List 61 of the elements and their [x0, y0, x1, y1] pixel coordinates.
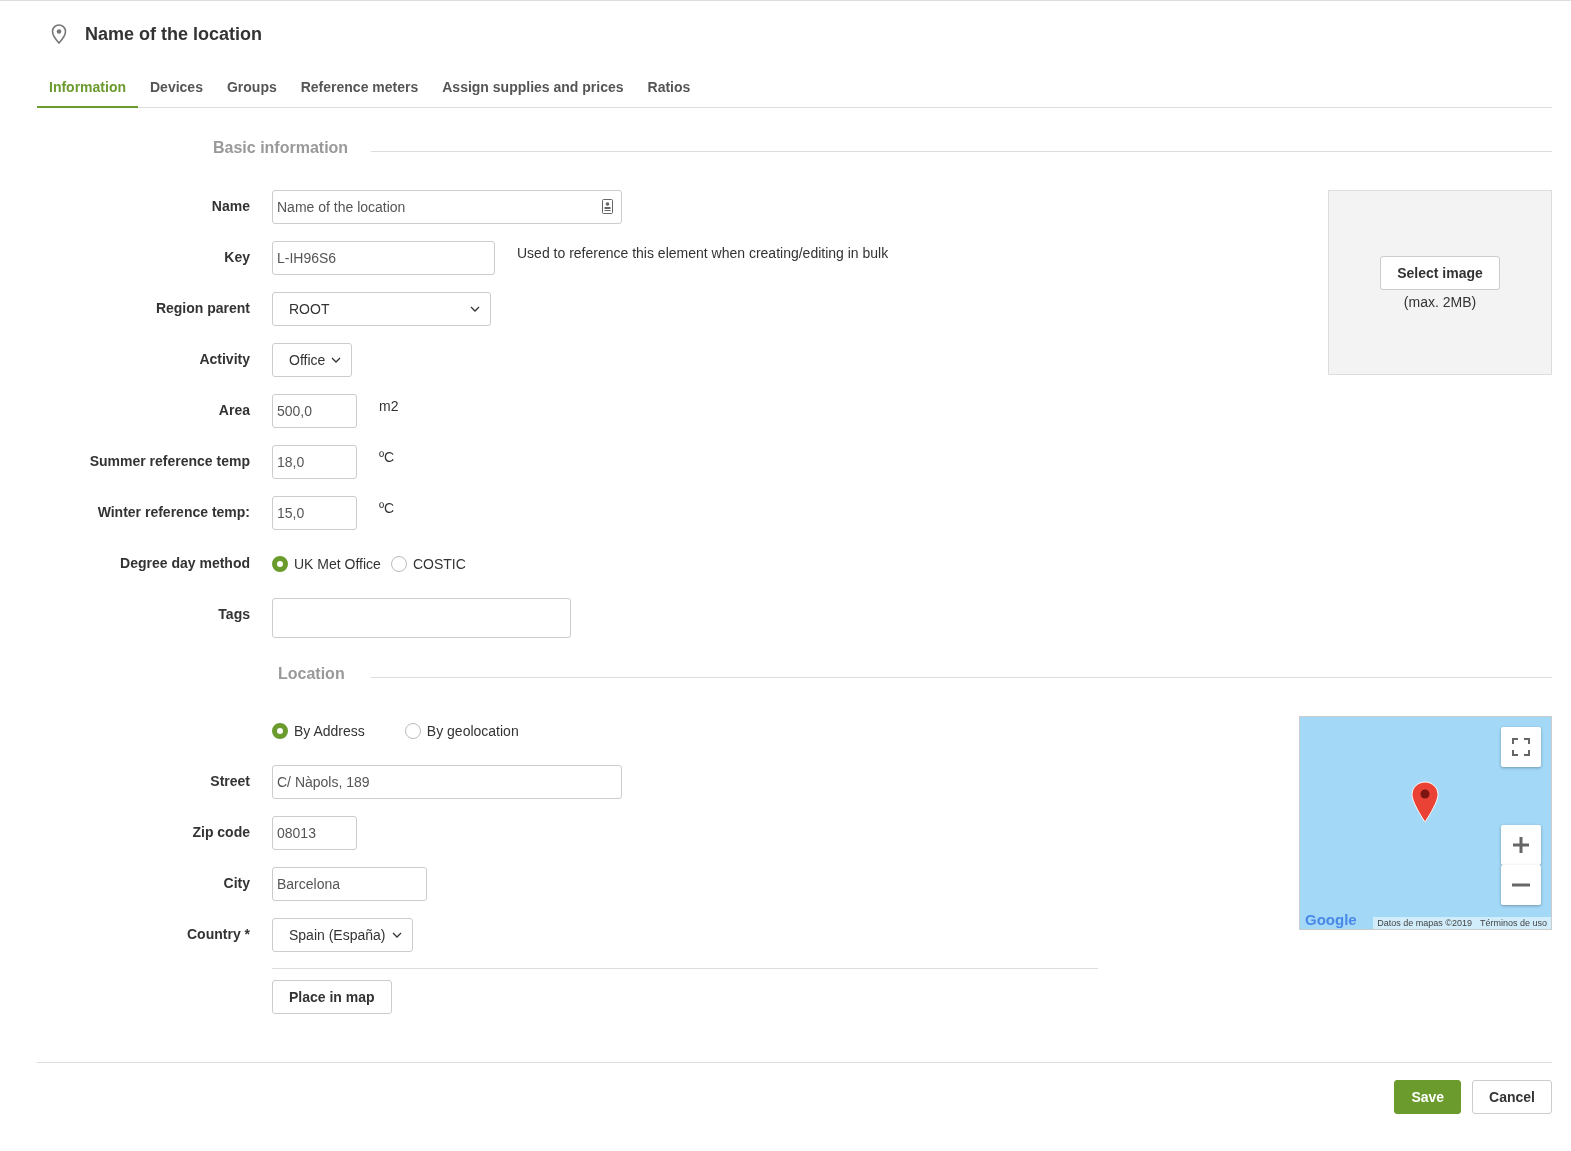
- caret-icon: [391, 932, 402, 938]
- field-label: Winter reference temp:: [96, 503, 250, 520]
- place-in-map-button[interactable]: Place in map: [272, 980, 392, 1014]
- plus-icon: [1512, 836, 1530, 854]
- select-image-button[interactable]: Select image: [1380, 255, 1500, 290]
- field-label: Area: [217, 401, 250, 418]
- fullscreen-icon: [1512, 738, 1530, 756]
- field-label: Degree day method: [119, 554, 250, 571]
- unit-label: m2: [379, 397, 399, 414]
- input-field[interactable]: Barcelona: [272, 867, 427, 901]
- field-label: Name: [210, 197, 250, 214]
- map-marker-icon: [1411, 781, 1439, 823]
- section-title: Basic information: [212, 139, 350, 157]
- contact-card-icon: [602, 199, 613, 214]
- page-title: Name of the location: [85, 23, 263, 45]
- field-label: Summer reference temp: [88, 452, 250, 469]
- field-label: Tags: [217, 605, 250, 622]
- dropdown[interactable]: ROOT: [272, 292, 491, 326]
- size-hint: (max. 2MB): [1403, 293, 1477, 310]
- unit-label: ºC: [379, 499, 395, 516]
- map[interactable]: Google Datos de mapas ©2019 Términos de uso: [1299, 716, 1552, 930]
- map-attribution: Datos de mapas ©2019: [1376, 917, 1473, 929]
- zoom-out-button[interactable]: [1501, 865, 1541, 905]
- input-field[interactable]: 08013: [272, 816, 357, 850]
- input-field[interactable]: 15,0: [272, 496, 357, 530]
- tab[interactable]: Assign supplies and prices: [430, 67, 636, 108]
- unit-label: ºC: [379, 448, 395, 465]
- input-field[interactable]: 500,0: [272, 394, 357, 428]
- section-title: Location: [277, 665, 346, 683]
- field-label: Region parent: [154, 299, 250, 316]
- map-logo: Google: [1305, 911, 1357, 928]
- radio-option[interactable]: By geolocation: [404, 723, 519, 739]
- tab[interactable]: Reference meters: [288, 67, 431, 108]
- minus-icon: [1512, 883, 1530, 887]
- fullscreen-button[interactable]: [1501, 727, 1541, 767]
- radio-option[interactable]: By Address: [272, 723, 365, 739]
- zoom-in-button[interactable]: [1501, 825, 1541, 865]
- input-field[interactable]: C/ Nàpols, 189: [272, 765, 622, 799]
- caret-icon: [470, 306, 480, 312]
- input-field[interactable]: 18,0: [272, 445, 357, 479]
- radio-option[interactable]: UK Met Office: [272, 556, 381, 572]
- field-hint: Used to reference this element when creating/editing in bulk: [517, 244, 889, 261]
- dropdown[interactable]: Spain (España): [272, 918, 413, 952]
- caret-icon: [331, 357, 342, 363]
- field-label: Zip code: [191, 823, 250, 840]
- tags-field[interactable]: [272, 598, 571, 638]
- field-label: Key: [223, 248, 250, 265]
- field-label: Country *: [186, 925, 250, 942]
- tab[interactable]: Groups: [214, 67, 289, 108]
- dropdown[interactable]: Office: [272, 343, 353, 377]
- field-label: City: [222, 874, 250, 891]
- radio-option[interactable]: COSTIC: [390, 556, 466, 572]
- input-field[interactable]: L-IH96S6: [272, 241, 495, 275]
- tab[interactable]: Ratios: [635, 67, 703, 108]
- tab[interactable]: Devices: [138, 67, 215, 108]
- input-field[interactable]: Name of the location: [272, 190, 622, 224]
- field-label: Street: [209, 772, 250, 789]
- cancel-button[interactable]: Cancel: [1472, 1080, 1552, 1114]
- terms-link[interactable]: Términos de uso: [1475, 917, 1551, 929]
- map-pin-icon: [51, 24, 67, 44]
- field-label: Activity: [198, 350, 250, 367]
